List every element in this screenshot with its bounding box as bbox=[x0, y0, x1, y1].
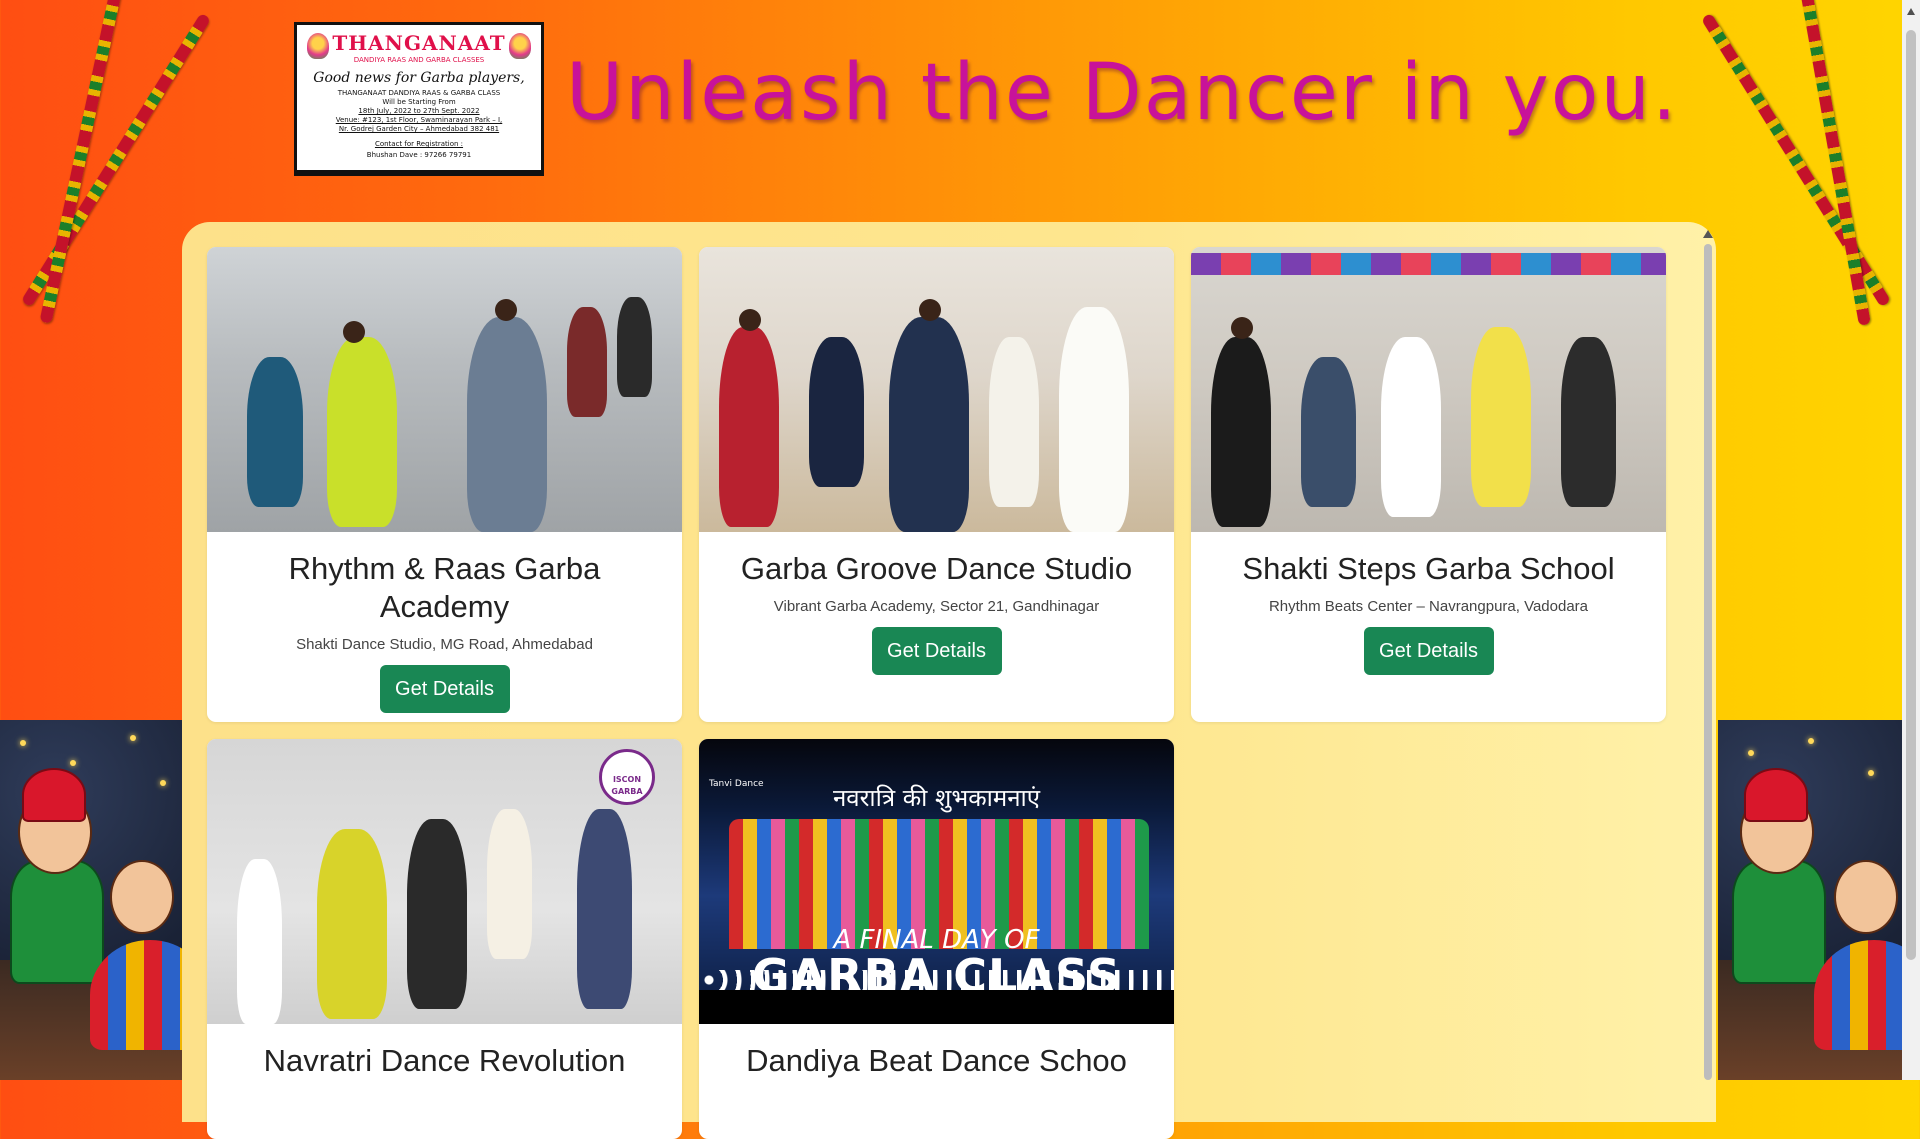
page-scroll-thumb[interactable] bbox=[1906, 30, 1916, 960]
class-name: Dandiya Beat Dance Schoo bbox=[746, 1043, 1127, 1078]
class-photo bbox=[207, 247, 682, 532]
dancer bbox=[1301, 357, 1356, 507]
left-decoration-panel bbox=[0, 720, 182, 1080]
dancer-head bbox=[495, 299, 517, 321]
poster-phone: Bhushan Dave : 97266 79791 bbox=[366, 151, 472, 159]
class-location: Shakti Dance Studio, MG Road, Ahmedabad bbox=[296, 636, 593, 653]
class-name: Navratri Dance Revolution bbox=[263, 1043, 626, 1078]
dancer bbox=[809, 337, 864, 487]
dancer bbox=[1059, 307, 1129, 532]
dancer-head bbox=[919, 299, 941, 321]
poster-line1: THANGANAAT DANDIYA RAAS & GARBA CLASS bbox=[337, 89, 501, 97]
dancer bbox=[617, 297, 652, 397]
academy-logo-text: ISCON GARBA bbox=[611, 775, 643, 796]
black-bar bbox=[699, 990, 1174, 1024]
banner-hindi: नवरात्रि की शुभकामनाएं bbox=[832, 784, 1041, 812]
right-decoration-panel bbox=[1718, 720, 1902, 1080]
dancer bbox=[487, 809, 532, 959]
dancer bbox=[327, 337, 397, 527]
dancer bbox=[1471, 327, 1531, 507]
container-scrollbar[interactable] bbox=[1700, 226, 1716, 1080]
dancer-skirt bbox=[1814, 940, 1902, 1050]
dancer bbox=[237, 859, 282, 1024]
class-photo: Tanvi Dance नवरात्रि की शुभकामनाएं A FIN… bbox=[699, 739, 1174, 1024]
flower-border bbox=[699, 970, 1174, 990]
get-details-button[interactable]: Get Details bbox=[379, 665, 510, 713]
dandiya-stick-icon bbox=[1700, 12, 1892, 308]
class-poster[interactable]: THANGANAAT DANDIYA RAAS AND GARBA CLASSE… bbox=[294, 22, 544, 176]
poster-line: THANGANAAT DANDIYA RAAS & GARBA CLASS Wi… bbox=[297, 89, 541, 134]
flower-decoration-icon bbox=[307, 33, 329, 59]
dancer bbox=[317, 829, 387, 1019]
class-card: Rhythm & Raas Garba Academy Shakti Dance… bbox=[207, 247, 682, 722]
light-icon bbox=[1808, 738, 1814, 744]
class-photo bbox=[699, 247, 1174, 532]
flower-decoration-icon bbox=[509, 33, 531, 59]
class-card: Shakti Steps Garba School Rhythm Beats C… bbox=[1191, 247, 1666, 722]
class-card: Tanvi Dance नवरात्रि की शुभकामनाएं A FIN… bbox=[699, 739, 1174, 1139]
dancer bbox=[989, 337, 1039, 507]
dancer-head bbox=[1231, 317, 1253, 339]
dancer-figure bbox=[10, 860, 104, 984]
academy-logo-icon: ISCON GARBA bbox=[599, 749, 655, 805]
poster-dates: 18th July, 2022 to 27th Sept. 2022 bbox=[358, 107, 480, 115]
dancer-face bbox=[110, 860, 174, 934]
dancer bbox=[889, 317, 969, 532]
dancer-turban bbox=[1744, 768, 1808, 822]
class-photo: ISCON GARBA bbox=[207, 739, 682, 1024]
dancer bbox=[1211, 337, 1271, 527]
light-icon bbox=[1748, 750, 1754, 756]
poster-venue: Venue: #123, 1st Floor, Swaminarayan Par… bbox=[335, 116, 503, 124]
poster-title: THANGANAAT bbox=[332, 31, 506, 55]
class-name: Garba Groove Dance Studio bbox=[740, 551, 1133, 586]
light-icon bbox=[20, 740, 26, 746]
page-headline: Unleash the Dancer in you. bbox=[566, 48, 1679, 138]
dancer-figure bbox=[1732, 860, 1826, 984]
dancer bbox=[719, 327, 779, 527]
dancer-turban bbox=[22, 768, 86, 822]
poster-venue2: Nr. Godrej Garden City – Ahmedabad 382 4… bbox=[338, 125, 500, 133]
light-icon bbox=[130, 735, 136, 741]
class-card: ISCON GARBA Navratri Dance Revolution bbox=[207, 739, 682, 1139]
scroll-up-arrow-icon[interactable] bbox=[1703, 230, 1713, 238]
dancer bbox=[1381, 337, 1441, 517]
dancer bbox=[567, 307, 607, 417]
dancer-face bbox=[1834, 860, 1898, 934]
dancer bbox=[407, 819, 467, 1009]
get-details-button[interactable]: Get Details bbox=[871, 627, 1002, 675]
light-icon bbox=[70, 760, 76, 766]
class-location: Vibrant Garba Academy, Sector 21, Gandhi… bbox=[773, 598, 1100, 615]
dancer bbox=[577, 809, 632, 1009]
dancer-head bbox=[343, 321, 365, 343]
class-photo bbox=[1191, 247, 1666, 532]
scroll-up-arrow-icon[interactable] bbox=[1907, 8, 1915, 15]
poster-subtitle: DANDIYA RAAS AND GARBA CLASSES bbox=[353, 56, 485, 64]
get-details-button[interactable]: Get Details bbox=[1363, 627, 1494, 675]
dandiya-stick-icon bbox=[1800, 0, 1871, 326]
wall-banner bbox=[1191, 253, 1666, 275]
site-header: THANGANAAT DANDIYA RAAS AND GARBA CLASSE… bbox=[0, 0, 1920, 326]
light-icon bbox=[1868, 770, 1874, 776]
dancer bbox=[247, 357, 303, 507]
dancer-head bbox=[739, 309, 761, 331]
poster-contact: Contact for Registration : bbox=[374, 140, 464, 148]
dancer bbox=[467, 317, 547, 532]
poster-line2: Will be Starting From bbox=[382, 98, 456, 106]
class-card: Garba Groove Dance Studio Vibrant Garba … bbox=[699, 247, 1174, 722]
class-location: Rhythm Beats Center – Navrangpura, Vadod… bbox=[1268, 598, 1589, 615]
light-icon bbox=[160, 780, 166, 786]
poster-news: Good news for Garba players, bbox=[313, 70, 525, 86]
classes-container: Rhythm & Raas Garba Academy Shakti Dance… bbox=[182, 222, 1716, 1139]
class-name: Rhythm & Raas Garba Academy bbox=[288, 551, 601, 624]
scroll-thumb[interactable] bbox=[1704, 244, 1712, 1080]
page-scrollbar[interactable] bbox=[1902, 0, 1920, 1080]
dancer bbox=[1561, 337, 1616, 507]
class-name: Shakti Steps Garba School bbox=[1242, 551, 1615, 586]
